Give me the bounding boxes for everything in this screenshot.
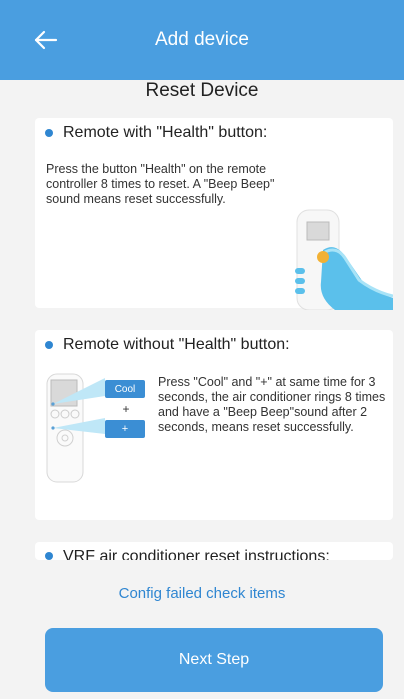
- card-title: Remote without "Health" button:: [63, 336, 290, 353]
- cool-button-label: Cool: [105, 380, 145, 398]
- top-bar: Add device: [0, 0, 404, 80]
- card-instructions: Press "Cool" and "+" at same time for 3 …: [158, 375, 386, 434]
- card-title: Remote with "Health" button:: [63, 124, 268, 141]
- remote-with-hand-illustration: [295, 209, 393, 310]
- page-title: Add device: [154, 29, 249, 50]
- reset-card-no-health: Remote without "Health" button: Press "C…: [35, 330, 393, 520]
- remote-cool-plus-illustration: Cool + +: [45, 370, 157, 488]
- reset-card-vrf: VRF air conditioner reset instructions:: [35, 542, 393, 560]
- bullet-dot: [45, 129, 53, 137]
- plus-text: +: [122, 402, 130, 416]
- bullet-dot: [45, 552, 53, 560]
- next-step-button[interactable]: Next Step: [45, 628, 383, 692]
- plus-button-label: +: [105, 420, 145, 438]
- config-failed-link[interactable]: Config failed check items: [0, 584, 404, 604]
- section-title: Reset Device: [145, 80, 259, 101]
- bullet-dot: [45, 341, 53, 349]
- reset-card-health: Remote with "Health" button: Press the b…: [35, 118, 393, 310]
- card-instructions: Press the button "Health" on the remote …: [46, 162, 275, 206]
- card-title: VRF air conditioner reset instructions:: [63, 548, 330, 560]
